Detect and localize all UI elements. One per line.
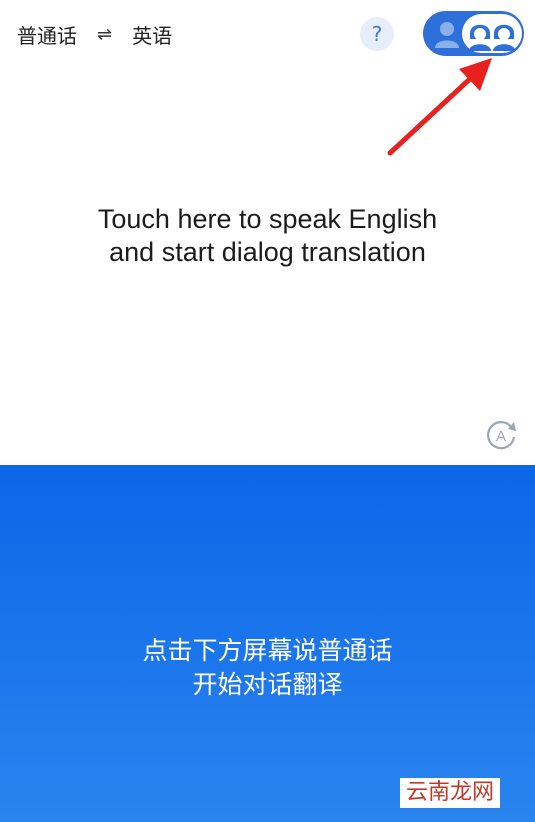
lower-speaker-panel[interactable]: 点击下方屏幕说普通话 开始对话翻译 云南龙网 — [0, 465, 535, 822]
upper-speaker-panel[interactable]: 普通话 ⇌ 英语 ? Touch here to speak English a — [0, 0, 535, 465]
chinese-prompt-line2: 开始对话翻译 — [192, 670, 343, 699]
dialog-mode-button[interactable] — [462, 14, 522, 53]
target-language[interactable]: 英语 — [132, 20, 172, 49]
two-people-icon — [469, 24, 515, 51]
mode-toggle[interactable] — [423, 11, 524, 56]
chinese-speak-prompt: 点击下方屏幕说普通话 开始对话翻译 — [0, 634, 535, 702]
red-arrow-annotation — [387, 58, 492, 156]
source-language[interactable]: 普通话 — [17, 20, 77, 49]
language-selector: 普通话 ⇌ 英语 — [17, 18, 172, 50]
watermark: 云南龙网 — [400, 778, 500, 808]
help-button[interactable]: ? — [360, 17, 394, 51]
english-speak-prompt[interactable]: Touch here to speak English and start di… — [0, 203, 535, 269]
chinese-prompt-line1: 点击下方屏幕说普通话 — [142, 636, 393, 665]
question-mark-icon: ? — [371, 22, 383, 46]
english-prompt-line1: Touch here to speak English — [97, 204, 438, 234]
person-icon[interactable] — [431, 18, 463, 50]
swap-languages-icon[interactable]: ⇌ — [97, 24, 112, 45]
svg-text:A: A — [496, 428, 506, 445]
english-prompt-line2: and start dialog translation — [109, 237, 426, 267]
auto-rotate-icon[interactable]: A — [484, 418, 518, 452]
